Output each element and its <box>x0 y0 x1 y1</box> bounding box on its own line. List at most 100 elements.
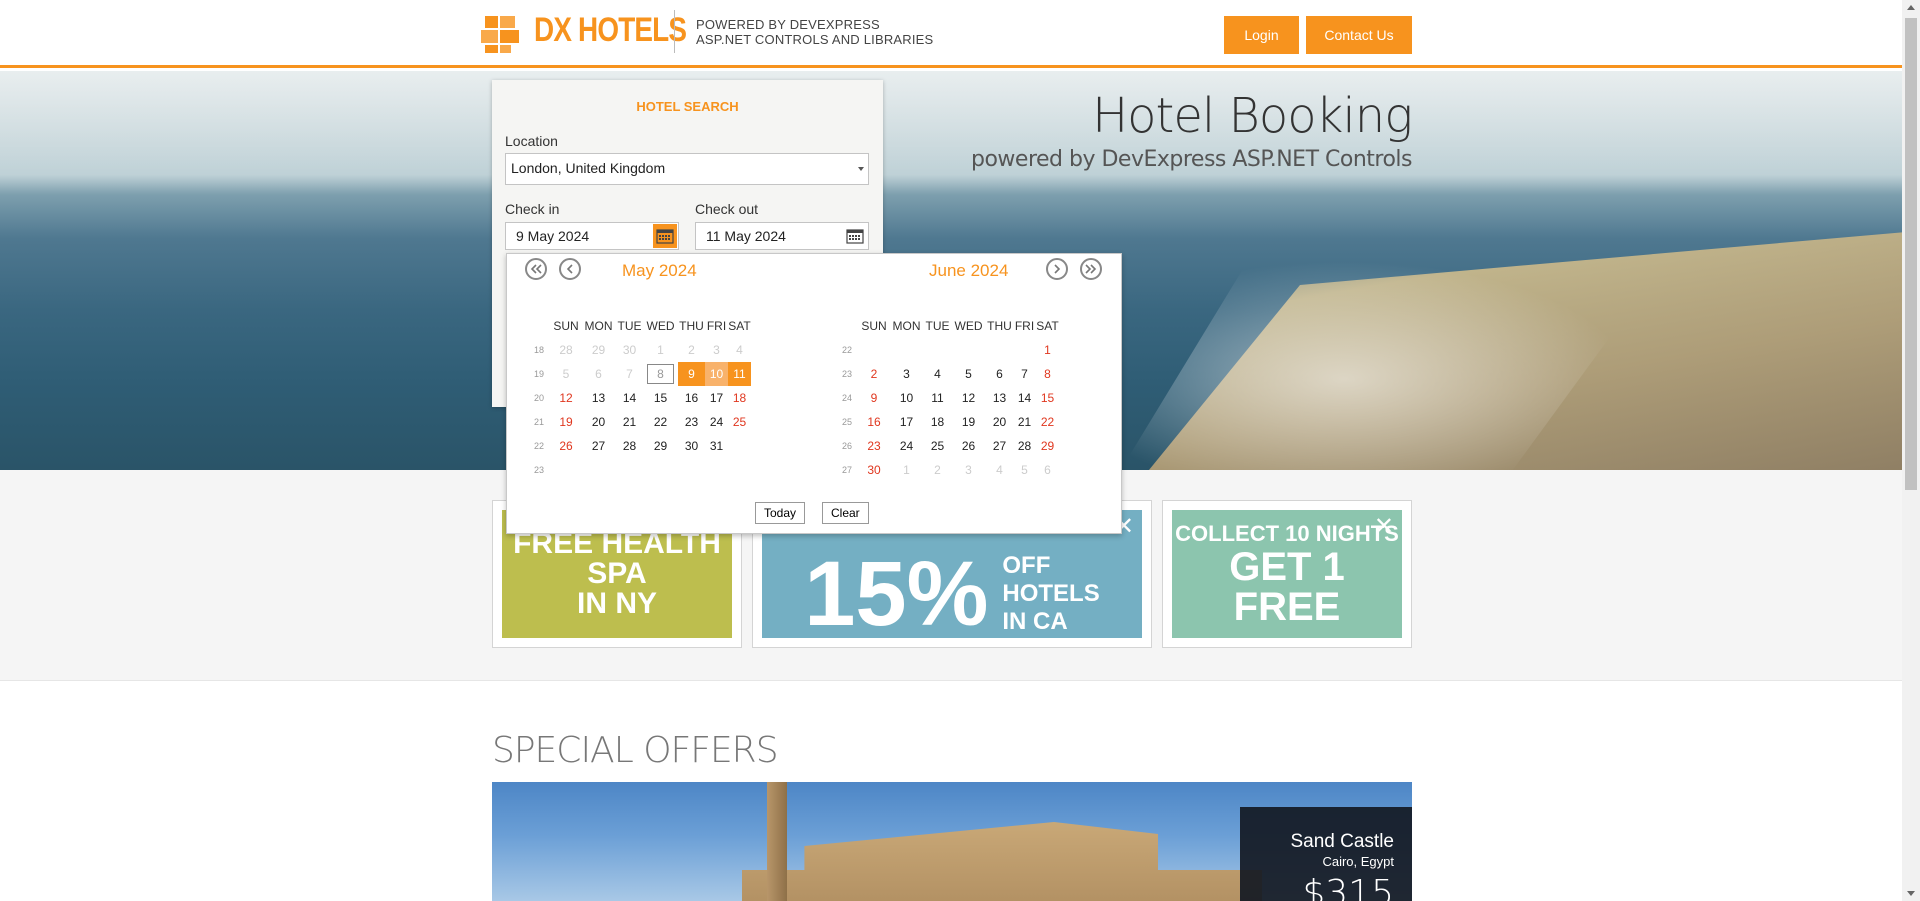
calendar-day[interactable]: 22 <box>1036 410 1059 434</box>
calendar-day[interactable]: 23 <box>678 410 705 434</box>
calendar-day[interactable]: 14 <box>616 386 643 410</box>
calendar-day[interactable]: 26 <box>951 434 986 458</box>
calendar-day[interactable]: 9 <box>678 362 705 386</box>
checkin-calendar-icon[interactable] <box>653 224 677 248</box>
calendar-day[interactable]: 1 <box>889 458 924 482</box>
calendar-day[interactable]: 5 <box>1013 458 1036 482</box>
week-number: 27 <box>841 465 852 475</box>
calendar-day[interactable]: 19 <box>951 410 986 434</box>
weekday-header: MON <box>584 319 613 333</box>
calendar-day[interactable]: 3 <box>889 362 924 386</box>
calendar-day[interactable]: 8 <box>643 362 678 386</box>
scroll-down-icon[interactable] <box>1907 891 1915 896</box>
calendar-day[interactable]: 6 <box>581 362 616 386</box>
calendar-day[interactable]: 1 <box>1036 338 1059 362</box>
calendar-day[interactable]: 31 <box>705 434 728 458</box>
checkin-date-field[interactable]: 9 May 2024 <box>505 222 679 250</box>
calendar-day[interactable]: 16 <box>678 386 705 410</box>
calendar-day[interactable]: 30 <box>678 434 705 458</box>
calendar-day[interactable]: 4 <box>986 458 1013 482</box>
calendar-day[interactable]: 12 <box>551 386 581 410</box>
today-button[interactable]: Today <box>755 502 806 524</box>
calendar-day[interactable]: 29 <box>643 434 678 458</box>
dropdown-arrow-icon[interactable] <box>858 167 864 171</box>
calendar-day[interactable]: 28 <box>616 434 643 458</box>
calendar-day[interactable]: 7 <box>616 362 643 386</box>
checkout-calendar-icon[interactable] <box>843 224 867 248</box>
login-button[interactable]: Login <box>1224 16 1299 54</box>
calendar-day[interactable]: 29 <box>581 338 616 362</box>
calendar-day[interactable]: 28 <box>551 338 581 362</box>
empty-day-cell <box>951 338 986 362</box>
calendar-day[interactable]: 25 <box>924 434 951 458</box>
location-combobox[interactable]: London, United Kingdom <box>505 153 869 185</box>
calendar-day[interactable]: 24 <box>889 434 924 458</box>
offer-image[interactable]: Sand Castle Cairo, Egypt $315 <box>492 782 1412 901</box>
calendar-day[interactable]: 24 <box>705 410 728 434</box>
calendar-day[interactable]: 22 <box>643 410 678 434</box>
calendar-day[interactable]: 12 <box>951 386 986 410</box>
calendar-day[interactable]: 11 <box>728 362 751 386</box>
page-scrollbar[interactable] <box>1902 0 1920 901</box>
calendar-day[interactable]: 8 <box>1036 362 1059 386</box>
calendar-day[interactable]: 10 <box>705 362 728 386</box>
close-icon[interactable]: ✕ <box>1374 512 1394 541</box>
calendar-day[interactable]: 26 <box>551 434 581 458</box>
offer-minaret-image <box>767 782 787 901</box>
clear-button[interactable]: Clear <box>822 502 869 524</box>
scroll-up-icon[interactable] <box>1907 5 1915 10</box>
calendar-day[interactable]: 13 <box>986 386 1013 410</box>
promo-collect-nights[interactable]: COLLECT 10 NIGHTS GET 1 FREE ✕ <box>1162 500 1412 648</box>
calendar-day[interactable]: 21 <box>616 410 643 434</box>
calendar-day[interactable]: 30 <box>859 458 889 482</box>
logo-text[interactable]: DX HOTELS <box>534 11 687 50</box>
scroll-thumb[interactable] <box>1905 18 1917 490</box>
calendar-day[interactable]: 15 <box>1036 386 1059 410</box>
calendar-day[interactable]: 18 <box>924 410 951 434</box>
calendar-day[interactable]: 4 <box>924 362 951 386</box>
calendar-day[interactable]: 20 <box>581 410 616 434</box>
contact-us-button[interactable]: Contact Us <box>1306 16 1412 54</box>
calendar-day[interactable]: 9 <box>859 386 889 410</box>
calendar-day[interactable]: 4 <box>728 338 751 362</box>
calendar-day[interactable]: 11 <box>924 386 951 410</box>
calendar-day[interactable]: 3 <box>705 338 728 362</box>
calendar-day[interactable]: 29 <box>1036 434 1059 458</box>
calendar-day[interactable]: 5 <box>951 362 986 386</box>
calendar-day[interactable]: 3 <box>951 458 986 482</box>
promo-ca-line1: OFF <box>1002 552 1051 579</box>
calendar-day[interactable]: 17 <box>889 410 924 434</box>
calendar-day[interactable]: 6 <box>986 362 1013 386</box>
calendar-day[interactable]: 18 <box>728 386 751 410</box>
calendar-day[interactable]: 14 <box>1013 386 1036 410</box>
calendar-day[interactable]: 10 <box>889 386 924 410</box>
prev-month-icon[interactable] <box>559 258 581 280</box>
offer-card[interactable]: Sand Castle Cairo, Egypt $315 <box>1240 807 1412 901</box>
calendar-day[interactable]: 17 <box>705 386 728 410</box>
calendar-day[interactable]: 27 <box>581 434 616 458</box>
calendar-day[interactable]: 2 <box>678 338 705 362</box>
calendar-day[interactable]: 16 <box>859 410 889 434</box>
calendar-day[interactable]: 23 <box>859 434 889 458</box>
calendar-day[interactable]: 25 <box>728 410 751 434</box>
next-month-icon[interactable] <box>1046 258 1068 280</box>
calendar-day[interactable]: 19 <box>551 410 581 434</box>
calendar-day[interactable]: 20 <box>986 410 1013 434</box>
calendar-day[interactable]: 27 <box>986 434 1013 458</box>
checkout-date-field[interactable]: 11 May 2024 <box>695 222 869 250</box>
calendar-day[interactable]: 21 <box>1013 410 1036 434</box>
calendar-day[interactable]: 15 <box>643 386 678 410</box>
prev-year-icon[interactable] <box>525 258 547 280</box>
calendar-day[interactable]: 28 <box>1013 434 1036 458</box>
calendar-day[interactable]: 5 <box>551 362 581 386</box>
calendar-day[interactable]: 1 <box>643 338 678 362</box>
calendar-day[interactable]: 7 <box>1013 362 1036 386</box>
calendar-day[interactable]: 30 <box>616 338 643 362</box>
calendar-day[interactable]: 2 <box>924 458 951 482</box>
promo-collect-inner[interactable]: COLLECT 10 NIGHTS GET 1 FREE ✕ <box>1172 510 1402 638</box>
calendar-day[interactable]: 2 <box>859 362 889 386</box>
logo-icon[interactable] <box>479 14 521 54</box>
calendar-day[interactable]: 13 <box>581 386 616 410</box>
next-year-icon[interactable] <box>1080 258 1102 280</box>
calendar-day[interactable]: 6 <box>1036 458 1059 482</box>
